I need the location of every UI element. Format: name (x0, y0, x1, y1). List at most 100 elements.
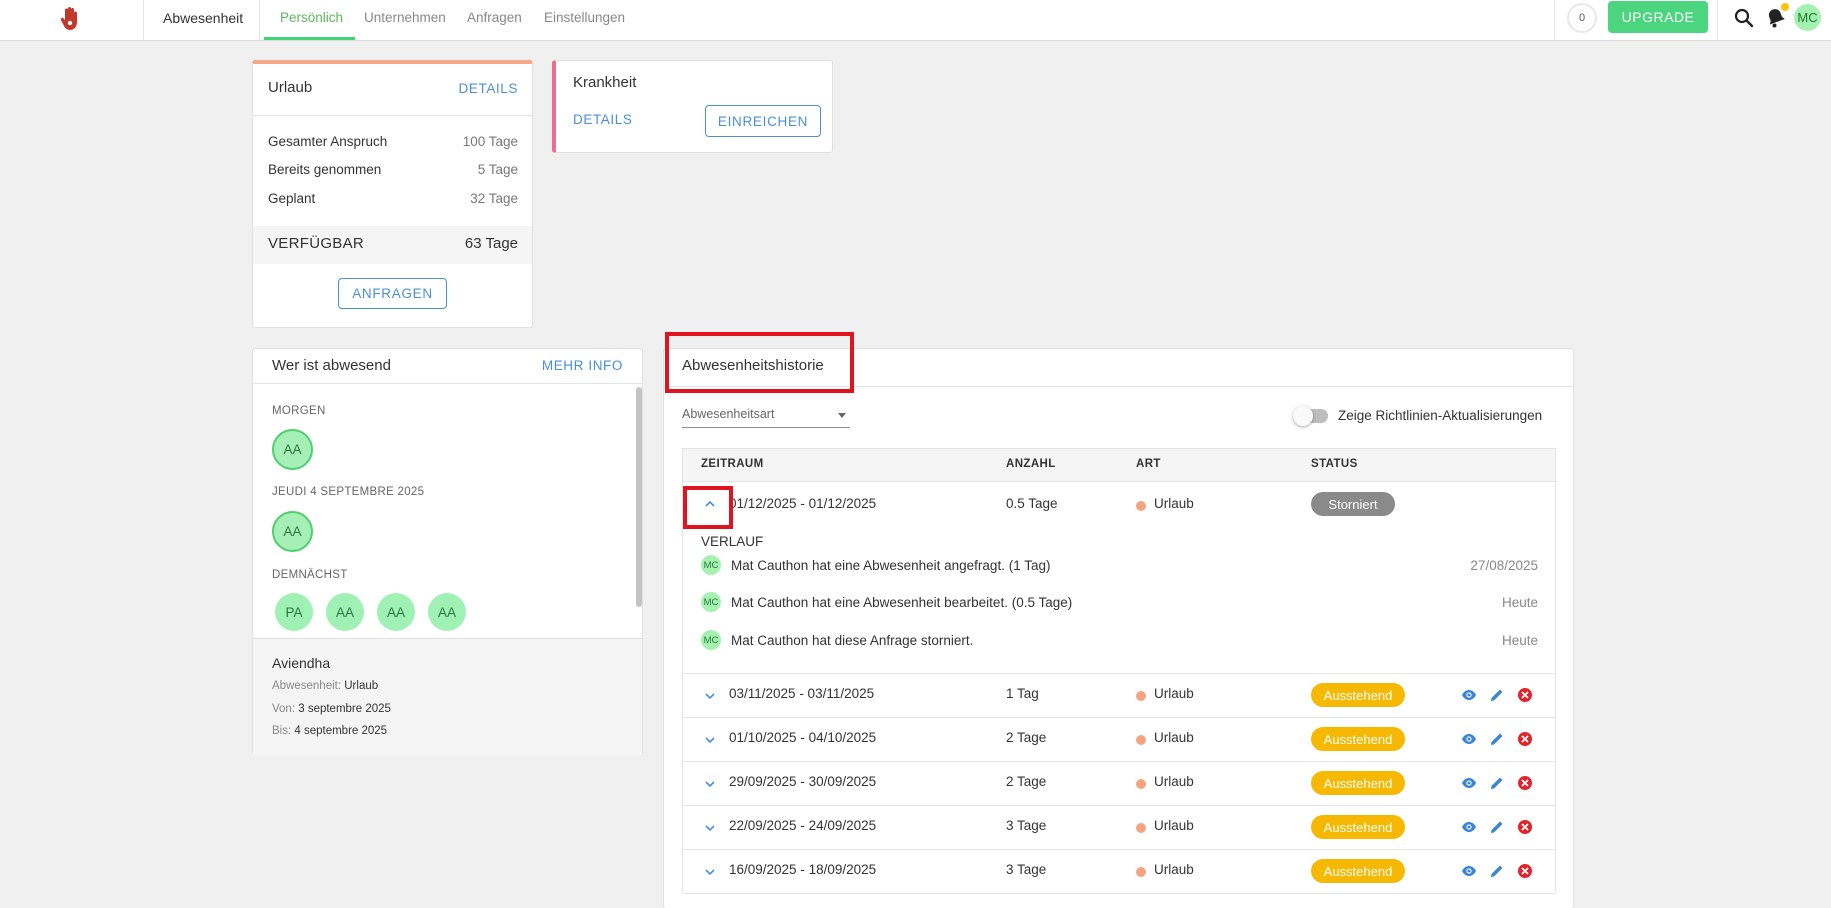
einreichen-button[interactable]: EINREICHEN (705, 105, 821, 137)
avatar[interactable]: AA (272, 429, 313, 470)
avatar[interactable]: AA (326, 593, 364, 631)
absent-title: Wer ist abwesend (272, 357, 391, 374)
eye-icon[interactable] (1461, 731, 1477, 747)
col-anzahl[interactable]: ANZAHL (1006, 458, 1056, 470)
urlaub-title: Urlaub (268, 79, 313, 96)
entitlement-label: Gesamter Anspruch (268, 134, 388, 149)
chevron-down-icon[interactable] (704, 734, 716, 746)
pencil-icon[interactable] (1489, 687, 1505, 703)
tab-persoenlich[interactable]: Persönlich (280, 10, 343, 25)
notification-dot (1781, 3, 1789, 11)
section-demnaechst: DEMNÄCHST (272, 569, 348, 581)
amount-cell: 3 Tage (1006, 818, 1047, 833)
chevron-down-icon[interactable] (704, 866, 716, 878)
absence-detail-panel: Aviendha Abwesenheit: Urlaub Von: 3 sept… (253, 638, 642, 755)
mehr-info-link[interactable]: MEHR INFO (542, 358, 623, 373)
period-cell: 01/10/2025 - 04/10/2025 (729, 730, 877, 745)
section-morgen: MORGEN (272, 405, 326, 417)
cancel-icon[interactable] (1517, 819, 1533, 835)
amount-cell: 1 Tag (1006, 686, 1039, 701)
filter-underline (682, 427, 850, 428)
log-entry-date: Heute (1501, 633, 1538, 648)
krankheit-card: Krankheit DETAILS EINREICHEN (552, 60, 833, 153)
col-zeitraum[interactable]: ZEITRAUM (701, 458, 764, 470)
col-status[interactable]: STATUS (1311, 458, 1358, 470)
highlight-box (683, 486, 733, 529)
col-art[interactable]: ART (1136, 458, 1161, 470)
type-cell: Urlaub (1154, 774, 1194, 789)
table-row-expanded[interactable]: 01/12/2025 - 01/12/2025 0.5 Tage Urlaub … (683, 482, 1555, 674)
tab-unternehmen[interactable]: Unternehmen (364, 10, 446, 25)
table-row[interactable]: 01/10/2025 - 04/10/2025 2 Tage Urlaub Au… (683, 718, 1555, 762)
cancel-icon[interactable] (1517, 687, 1533, 703)
chevron-down-icon[interactable] (704, 778, 716, 790)
avatar: MC (701, 630, 721, 650)
table-row[interactable]: 29/09/2025 - 30/09/2025 2 Tage Urlaub Au… (683, 762, 1555, 806)
cancel-icon[interactable] (1517, 863, 1533, 879)
urlaub-details-link[interactable]: DETAILS (459, 81, 518, 96)
period-cell: 01/12/2025 - 01/12/2025 (729, 496, 877, 511)
eye-icon[interactable] (1461, 819, 1477, 835)
table-row[interactable]: 22/09/2025 - 24/09/2025 3 Tage Urlaub Au… (683, 806, 1555, 850)
period-cell: 22/09/2025 - 24/09/2025 (729, 818, 877, 833)
detail-to: Bis: 4 septembre 2025 (272, 725, 388, 737)
top-bar: Abwesenheit Persönlich Unternehmen Anfra… (0, 0, 1831, 41)
chevron-down-icon[interactable] (704, 822, 716, 834)
eye-icon[interactable] (1461, 775, 1477, 791)
upgrade-button[interactable]: UPGRADE (1608, 1, 1708, 33)
pencil-icon[interactable] (1489, 731, 1505, 747)
status-badge: Ausstehend (1311, 727, 1405, 751)
hand-logo-icon[interactable] (58, 6, 82, 32)
type-cell: Urlaub (1154, 496, 1194, 511)
avatar: MC (701, 555, 721, 575)
type-dot (1136, 867, 1146, 877)
absence-type-filter[interactable]: Abwesenheitsart (682, 407, 774, 421)
log-entry-text: Mat Cauthon hat eine Abwesenheit angefra… (731, 558, 1051, 573)
divider (253, 383, 642, 384)
eye-icon[interactable] (1461, 687, 1477, 703)
detail-from: Von: 3 septembre 2025 (272, 703, 391, 715)
avatar[interactable]: AA (272, 511, 313, 552)
avatar[interactable]: PA (275, 593, 313, 631)
pencil-icon[interactable] (1489, 775, 1505, 791)
anfragen-button[interactable]: ANFRAGEN (338, 278, 447, 309)
type-dot (1136, 735, 1146, 745)
type-dot (1136, 823, 1146, 833)
user-avatar[interactable]: MC (1794, 4, 1821, 31)
notification-count[interactable]: 0 (1567, 3, 1597, 33)
avatar[interactable]: AA (428, 593, 466, 631)
amount-cell: 3 Tage (1006, 862, 1047, 877)
pencil-icon[interactable] (1489, 819, 1505, 835)
search-icon[interactable] (1732, 6, 1756, 30)
taken-label: Bereits genommen (268, 162, 382, 177)
amount-cell: 2 Tage (1006, 774, 1047, 789)
chevron-down-icon[interactable] (704, 690, 716, 702)
tab-einstellungen[interactable]: Einstellungen (544, 10, 625, 25)
type-dot (1136, 779, 1146, 789)
toggle-knob[interactable] (1293, 406, 1313, 426)
status-badge: Ausstehend (1311, 683, 1405, 707)
eye-icon[interactable] (1461, 863, 1477, 879)
krankheit-details-link[interactable]: DETAILS (573, 112, 632, 127)
divider (1554, 0, 1555, 40)
divider (143, 0, 144, 40)
table-row[interactable]: 16/09/2025 - 18/09/2025 3 Tage Urlaub Au… (683, 850, 1555, 894)
scrollbar[interactable] (636, 387, 642, 607)
log-entry-text: Mat Cauthon hat diese Anfrage storniert. (731, 633, 974, 648)
log-entry-date: 27/08/2025 (1470, 558, 1538, 573)
cancel-icon[interactable] (1517, 775, 1533, 791)
avatar[interactable]: AA (377, 593, 415, 631)
chevron-down-icon[interactable] (838, 413, 846, 418)
divider (1717, 0, 1718, 40)
table-row[interactable]: 03/11/2025 - 03/11/2025 1 Tag Urlaub Aus… (683, 674, 1555, 718)
pencil-icon[interactable] (1489, 863, 1505, 879)
planned-value: 32 Tage (470, 191, 518, 206)
log-title: VERLAUF (701, 534, 764, 549)
type-dot (1136, 501, 1146, 511)
table-header: ZEITRAUM ANZAHL ART STATUS (683, 449, 1555, 482)
type-cell: Urlaub (1154, 730, 1194, 745)
detail-type: Abwesenheit: Urlaub (272, 680, 379, 692)
tab-anfragen[interactable]: Anfragen (467, 10, 522, 25)
cancel-icon[interactable] (1517, 731, 1533, 747)
app-title[interactable]: Abwesenheit (163, 10, 243, 26)
